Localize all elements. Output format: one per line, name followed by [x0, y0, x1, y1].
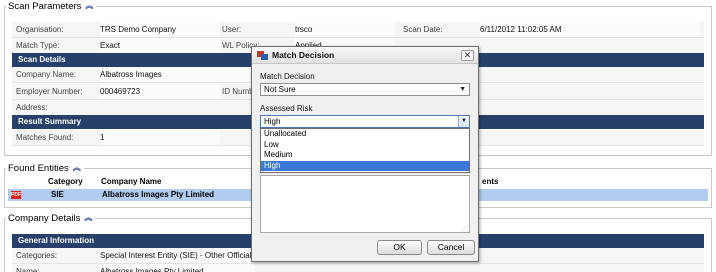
pdf-icon[interactable]: PDF [11, 191, 21, 199]
scan-date-label: Scan Date: [403, 25, 443, 34]
assessed-risk-select[interactable]: High ▼ [260, 115, 470, 128]
match-decision-dialog: Match Decision ✕ Match Decision Not Sure… [251, 46, 479, 262]
dropdown-arrow-icon: ▼ [459, 86, 466, 93]
collapse-chevron-icon[interactable]: ︽ [85, 2, 93, 10]
option-medium[interactable]: Medium [261, 150, 469, 161]
match-type-value: Exact [100, 38, 220, 53]
column-header-category[interactable]: Category [48, 176, 83, 188]
scan-parameters-legend[interactable]: Scan Parameters ︽ [6, 0, 97, 12]
found-entities-title: Found Entities [8, 162, 69, 174]
scan-parameters-title: Scan Parameters [8, 0, 82, 12]
dropdown-arrow-icon[interactable]: ▼ [458, 116, 469, 127]
assessed-risk-value: High [264, 117, 281, 126]
employer-number-label: Employer Number: [16, 87, 83, 96]
scan-date-value: 6/11/2012 11:02:05 AM [480, 22, 700, 37]
scan-params-row-1: Organisation: TRS Demo Company User: trs… [12, 22, 704, 38]
company-details-legend[interactable]: Company Details ︽ [6, 212, 96, 224]
user-value: trsco [295, 22, 395, 37]
name-label: Name: [16, 267, 40, 272]
organisation-label: Organisation: [16, 25, 64, 34]
match-type-label: Match Type: [16, 41, 60, 50]
collapse-chevron-icon[interactable]: ︽ [73, 164, 81, 172]
name-value: Albatross Images Pty Limited [100, 264, 255, 272]
match-decision-label: Match Decision [260, 72, 315, 81]
company-details-row-2: Name: Albatross Images Pty Limited [12, 264, 704, 272]
option-high[interactable]: High [261, 160, 469, 171]
matches-found-label: Matches Found: [16, 133, 74, 142]
column-header-comments[interactable]: ents [482, 176, 498, 188]
employer-number-value: 000469723 [100, 84, 220, 99]
matches-found-value: 1 [100, 130, 220, 145]
match-decision-value: Not Sure [264, 85, 296, 94]
assessed-risk-options: Unallocated Low Medium High [260, 128, 470, 173]
assessed-risk-label: Assessed Risk [260, 104, 313, 113]
found-entities-legend[interactable]: Found Entities ︽ [6, 162, 84, 174]
collapse-chevron-icon[interactable]: ︽ [84, 214, 92, 222]
match-decision-select[interactable]: Not Sure ▼ [260, 83, 470, 96]
column-header-company-name[interactable]: Company Name [101, 176, 161, 188]
categories-value: Special Interest Entity (SIE) - Other Of… [100, 248, 255, 263]
company-details-title: Company Details [8, 212, 81, 224]
categories-label: Categories: [16, 251, 57, 260]
ok-button[interactable]: OK [377, 240, 422, 255]
option-low[interactable]: Low [261, 140, 469, 151]
resize-grip-icon[interactable]: ⋰ [462, 225, 468, 232]
app-icon [257, 51, 268, 60]
row-category: SIE [51, 190, 64, 199]
user-label: User: [222, 25, 242, 34]
company-name-value: Albatross Images [100, 67, 250, 82]
dialog-title: Match Decision [272, 50, 335, 60]
dialog-titlebar[interactable]: Match Decision ✕ [252, 47, 478, 64]
comments-textarea[interactable]: ⋰ [260, 175, 470, 233]
close-icon[interactable]: ✕ [461, 50, 474, 61]
option-unallocated[interactable]: Unallocated [261, 129, 469, 140]
row-company-name: Albatross Images Pty Limited [102, 190, 215, 199]
organisation-value: TRS Demo Company [100, 22, 220, 37]
address-label: Address: [16, 103, 48, 112]
company-name-label: Company Name: [16, 70, 77, 79]
cancel-button[interactable]: Cancel [427, 240, 475, 255]
